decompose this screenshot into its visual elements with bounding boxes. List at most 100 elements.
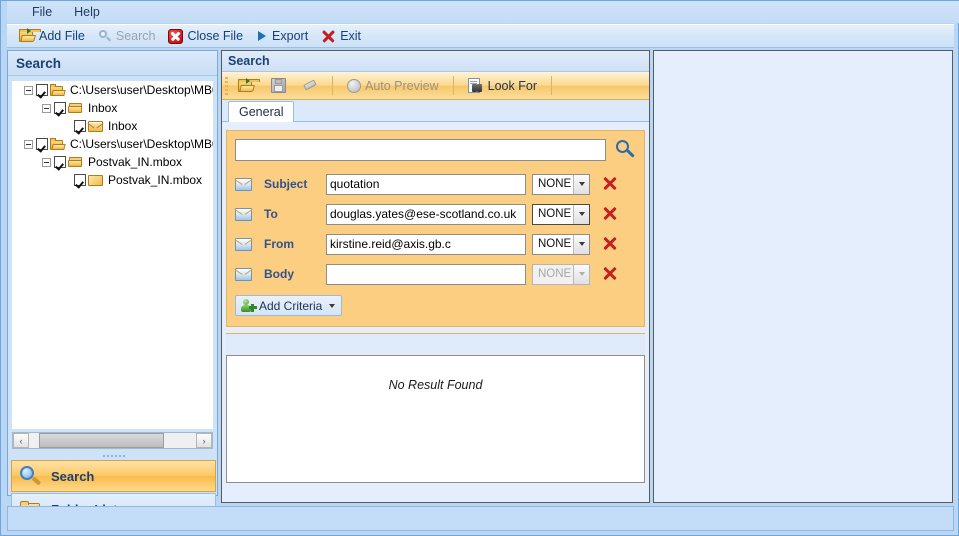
tree-item[interactable]: C:\Users\user\Desktop\MB0: [12, 135, 213, 153]
tree-item[interactable]: Postvak_IN.mbox: [12, 171, 213, 189]
save-search-button[interactable]: [265, 75, 292, 96]
scrollbar-thumb[interactable]: [39, 433, 164, 448]
body-condition-select[interactable]: NONE: [532, 263, 590, 285]
remove-to-criteria-button[interactable]: [600, 204, 620, 224]
criteria-row-to: To NONE: [234, 199, 636, 229]
add-criteria-label: Add Criteria: [259, 298, 323, 313]
tree-checkbox[interactable]: [54, 156, 66, 168]
tree-item[interactable]: C:\Users\user\Desktop\MB0: [12, 81, 213, 99]
chevron-down-icon[interactable]: [573, 234, 589, 254]
add-criteria-button[interactable]: Add Criteria: [235, 295, 343, 316]
add-file-button[interactable]: Add File: [15, 26, 92, 46]
exit-button[interactable]: Exit: [317, 26, 368, 47]
export-button[interactable]: Export: [252, 26, 315, 46]
tree-item-label: C:\Users\user\Desktop\MB0: [70, 137, 213, 151]
search-label: Search: [115, 29, 156, 43]
tree-checkbox[interactable]: [74, 120, 86, 132]
mailbox-tree[interactable]: C:\Users\user\Desktop\MB0 Inbox Inbox C:…: [12, 81, 213, 429]
to-field[interactable]: [326, 203, 526, 225]
tree-item[interactable]: Postvak_IN.mbox: [12, 153, 213, 171]
subject-condition-select[interactable]: NONE: [532, 173, 590, 195]
search-button[interactable]: Search: [94, 26, 163, 46]
scrollbar-track[interactable]: [29, 433, 196, 448]
menu-item-help[interactable]: Help: [63, 3, 111, 21]
expander-icon[interactable]: [42, 103, 51, 113]
export-label: Export: [272, 29, 309, 43]
search-input[interactable]: [235, 139, 606, 161]
search-row: [235, 139, 636, 161]
search-magnifier-button[interactable]: [614, 139, 636, 161]
remove-from-criteria-button[interactable]: [600, 234, 620, 254]
from-condition-select[interactable]: NONE: [532, 233, 590, 255]
expander-icon[interactable]: [24, 85, 33, 95]
export-arrow-icon: [256, 29, 268, 43]
chevron-down-icon[interactable]: [573, 204, 589, 224]
scroll-left-arrow-icon[interactable]: ‹: [13, 433, 29, 448]
auto-preview-button[interactable]: Auto Preview: [341, 76, 445, 96]
sidebar-item-label: Search: [51, 468, 95, 484]
tree-checkbox[interactable]: [36, 84, 48, 96]
look-for-label: Look For: [487, 78, 537, 93]
add-file-label: Add File: [39, 29, 85, 43]
splitter-grip[interactable]: [12, 452, 215, 459]
clear-search-button[interactable]: [297, 76, 324, 96]
result-toolbar-strip: [226, 333, 645, 355]
open-search-button[interactable]: [232, 76, 260, 96]
tab-general[interactable]: General: [228, 101, 295, 122]
close-file-button[interactable]: Close File: [164, 26, 250, 47]
circle-icon: [347, 78, 361, 93]
remove-subject-criteria-button[interactable]: [600, 174, 620, 194]
tree-item-label: Postvak_IN.mbox: [108, 173, 203, 187]
magnifier-icon: [20, 465, 42, 487]
eraser-icon: [303, 79, 318, 93]
expander-icon[interactable]: [42, 157, 51, 167]
tree-item-label: Inbox: [108, 119, 138, 133]
to-condition-select[interactable]: NONE: [532, 203, 590, 225]
sidebar-item-search[interactable]: Search: [11, 460, 216, 492]
left-pane: Search C:\Users\user\Desktop\MB0 Inbox I…: [7, 50, 218, 525]
expander-icon[interactable]: [24, 139, 33, 149]
criteria-label: To: [264, 207, 278, 221]
tree-checkbox[interactable]: [74, 174, 86, 186]
tree-item-label: Inbox: [88, 101, 118, 115]
close-file-label: Close File: [187, 29, 244, 43]
envelope-icon: [234, 207, 253, 221]
subject-field[interactable]: [326, 173, 526, 195]
scroll-right-arrow-icon[interactable]: ›: [196, 433, 212, 448]
criteria-label: Subject: [264, 177, 308, 191]
tree-item[interactable]: Inbox: [12, 117, 213, 135]
from-field[interactable]: [326, 233, 526, 255]
menu-item-file[interactable]: File: [21, 3, 63, 21]
criteria-row-from: From NONE: [234, 229, 636, 259]
open-folder-icon: [238, 77, 260, 93]
tree-checkbox[interactable]: [36, 138, 48, 150]
remove-body-criteria-button[interactable]: [600, 264, 620, 284]
search-toolbar: Auto Preview Look For: [222, 72, 649, 100]
status-bar: [7, 506, 954, 531]
criteria-row-subject: Subject NONE: [234, 169, 636, 199]
chevron-down-icon[interactable]: [573, 174, 589, 194]
preview-pane: [653, 50, 953, 503]
criteria-panel: Subject NONE To NONE F: [226, 130, 645, 327]
criteria-row-body: Body NONE: [234, 259, 636, 289]
body-field[interactable]: [326, 263, 526, 285]
save-icon: [271, 78, 286, 93]
close-file-icon: [168, 28, 184, 44]
envelope-icon: [234, 177, 253, 191]
tree-horizontal-scrollbar[interactable]: ‹ ›: [12, 432, 213, 449]
application-window: File Help Add File Search Close File Exp…: [0, 0, 959, 536]
look-for-button[interactable]: Look For: [462, 75, 543, 96]
menu-bar: File Help: [7, 1, 959, 23]
tree-checkbox[interactable]: [54, 102, 66, 114]
toolbar-separator: [551, 76, 552, 95]
folder-stack-icon: [68, 156, 84, 169]
chevron-down-icon[interactable]: [329, 303, 336, 308]
open-folder-icon: [50, 137, 66, 151]
from-condition-value: NONE: [538, 238, 572, 250]
envelope-icon: [234, 237, 253, 251]
center-pane-title: Search: [222, 51, 649, 72]
criteria-label: From: [264, 237, 294, 251]
tree-item[interactable]: Inbox: [12, 99, 213, 117]
chevron-down-icon[interactable]: [573, 264, 589, 284]
look-for-icon: [467, 78, 484, 93]
